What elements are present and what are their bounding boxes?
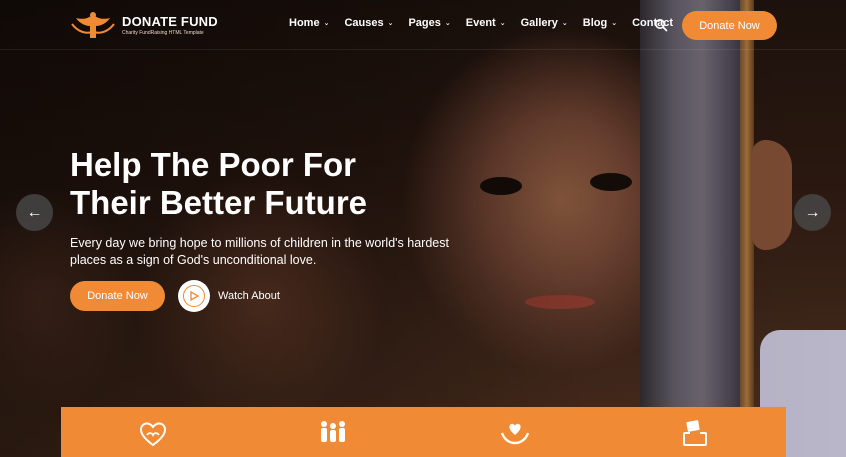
nav-label: Gallery	[520, 17, 558, 29]
brand-name: DONATE FUND	[122, 14, 218, 29]
nav-item-causes[interactable]: Causes ⌄	[344, 17, 393, 29]
chevron-down-icon: ⌄	[444, 20, 451, 27]
chevron-down-icon: ⌄	[611, 20, 618, 27]
slider-next-button[interactable]: →	[794, 194, 831, 231]
hero-headline-line: Help The Poor For	[70, 146, 357, 183]
hero-donate-button[interactable]: Donate Now	[70, 281, 165, 311]
hero-banner	[0, 0, 846, 457]
nav-item-pages[interactable]: Pages ⌄	[408, 17, 450, 29]
family-icon[interactable]	[316, 417, 350, 451]
heart-hands-icon[interactable]	[136, 417, 170, 451]
arrow-left-icon: ←	[26, 203, 43, 221]
chevron-down-icon: ⌄	[387, 20, 394, 27]
nav-label: Pages	[408, 17, 441, 29]
nav-item-blog[interactable]: Blog ⌄	[583, 17, 617, 29]
header-donate-button[interactable]: Donate Now	[682, 11, 777, 40]
nav-label: Blog	[582, 17, 608, 29]
search-icon[interactable]	[654, 18, 668, 32]
arrow-right-icon: →	[804, 203, 821, 221]
logo[interactable]: DONATE FUND Charity FundRaising HTML Tem…	[70, 10, 218, 42]
chevron-down-icon: ⌄	[561, 20, 568, 27]
hero-headline: Help The Poor For Their Better Future	[70, 146, 367, 222]
chevron-down-icon: ⌄	[323, 20, 330, 27]
nav-label: Home	[289, 17, 320, 29]
brand-tagline: Charity FundRaising HTML Template	[122, 30, 204, 36]
watch-about-link[interactable]: Watch About	[218, 290, 280, 302]
play-icon	[183, 285, 205, 307]
main-nav: Home ⌄ Causes ⌄ Pages ⌄ Event ⌄ Gallery ⌄ Blo…	[289, 17, 688, 29]
nav-label: Event	[465, 17, 496, 29]
nav-label: Causes	[344, 17, 384, 29]
hands-logo-icon	[71, 12, 115, 38]
chevron-down-icon: ⌄	[499, 20, 506, 27]
hero-description: Every day we bring hope to millions of c…	[70, 236, 449, 267]
hero-headline-line: Their Better Future	[70, 184, 368, 221]
nav-item-gallery[interactable]: Gallery ⌄	[521, 17, 568, 29]
hands-heart-icon[interactable]	[498, 417, 532, 451]
play-video-button[interactable]	[178, 280, 210, 312]
site-header: DONATE FUND Charity FundRaising HTML Tem…	[0, 0, 846, 50]
slider-prev-button[interactable]: ←	[16, 194, 53, 231]
donation-box-icon[interactable]	[678, 417, 712, 451]
feature-strip	[61, 407, 786, 457]
nav-item-event[interactable]: Event ⌄	[466, 17, 506, 29]
nav-item-home[interactable]: Home ⌄	[289, 17, 329, 29]
hero-overlay	[0, 0, 846, 457]
